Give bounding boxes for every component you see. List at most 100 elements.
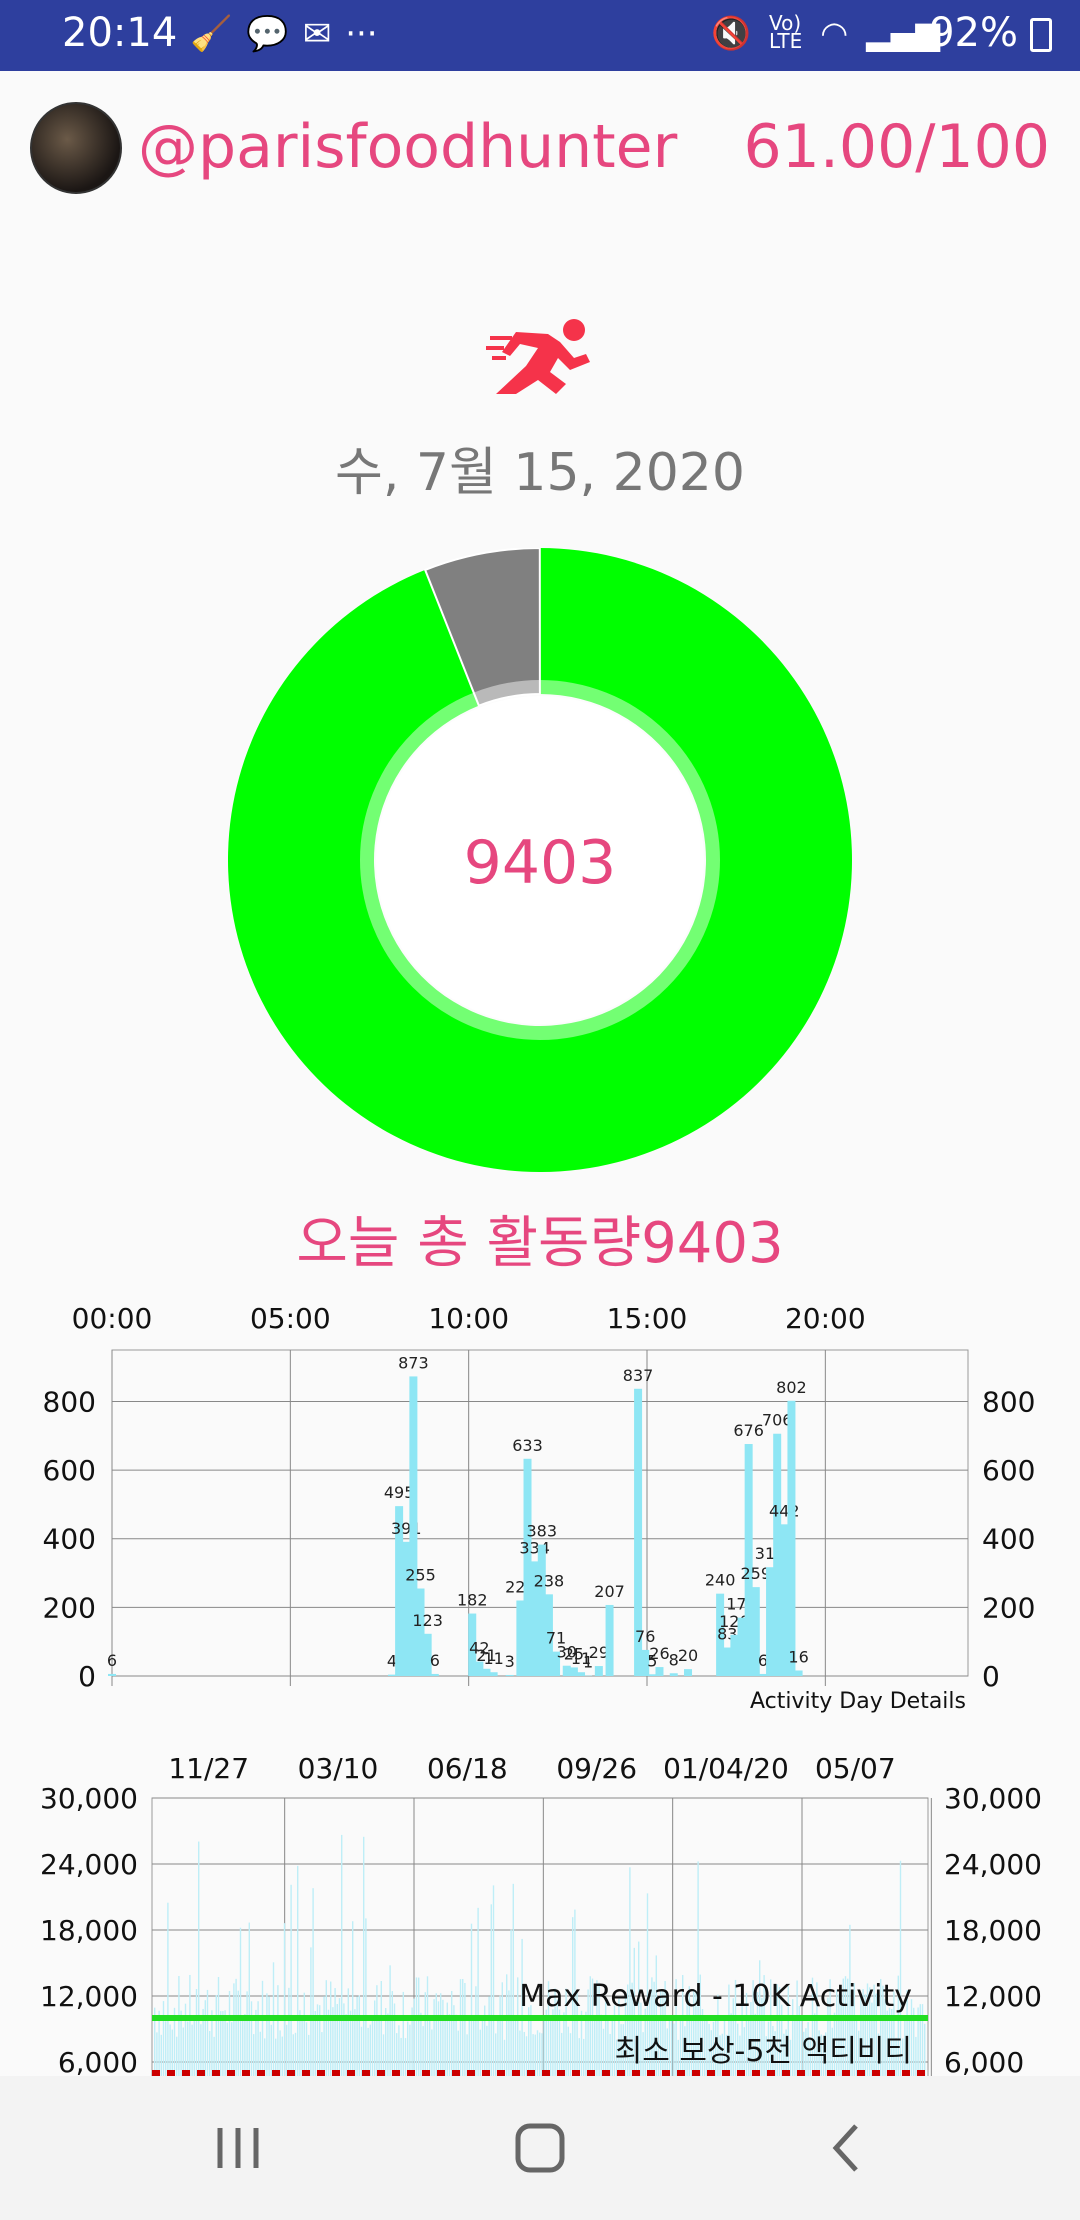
history-bar [451,1990,453,2076]
history-bar [475,1986,477,2076]
avatar[interactable] [30,102,122,194]
history-bar [440,1993,442,2076]
history-bar [499,1995,501,2076]
battery-percent: 92% [929,10,1018,56]
battery-icon [1030,18,1052,52]
history-bar [323,1996,325,2076]
history-bar [488,1996,490,2076]
x-tick: 10:00 [428,1302,509,1335]
history-bar [919,2004,921,2076]
history-bar [473,2017,475,2076]
chart-annotation: Activity Day Details [750,1689,966,1714]
x-tick: 05:00 [250,1302,331,1335]
bar [744,1444,753,1676]
bar [794,1670,803,1676]
back-button[interactable] [832,2124,858,2172]
score: 61.00/100 [743,112,1050,182]
history-bar [292,2034,294,2076]
wifi-icon: ◠ [820,14,849,52]
bar [737,1617,746,1676]
history-bar [378,2017,380,2076]
home-button[interactable] [515,2123,565,2173]
history-bar [371,2019,374,2076]
history-bar [193,2018,195,2076]
y-tick-left: 600 [43,1454,96,1487]
recent-apps-button[interactable] [217,2128,259,2168]
bar [594,1666,603,1676]
donut-value: 9403 [463,828,617,898]
history-bar [206,1989,209,2076]
history-bar [512,1883,514,2076]
history-bar [195,1988,198,2076]
history-bar [444,2017,446,2076]
bar [409,1376,418,1676]
history-bar [585,2011,587,2076]
y-tick-right: 200 [982,1591,1035,1624]
history-bar [448,2014,451,2076]
history-bar [268,1996,270,2076]
bar-label: 26 [649,1644,669,1663]
history-bar [334,1988,336,2076]
history-bar [539,2032,541,2076]
history-bar [288,1987,290,2076]
bar-label: 802 [776,1378,807,1397]
history-bar [246,1991,248,2076]
history-bar [248,1922,250,2076]
history-bar [424,1992,426,2076]
history-bar [336,2004,338,2076]
history-bar [609,2033,611,2076]
bar-label: 633 [512,1436,543,1455]
y-tick-left: 24,000 [40,1848,138,1881]
history-bar [347,1988,349,2076]
reference-line-label: Max Reward - 10K Activity [519,1979,912,2014]
history-bar [567,2026,569,2076]
history-bar [583,2038,585,2076]
x-tick: 20:00 [785,1302,866,1335]
y-tick-left: 200 [43,1591,96,1624]
history-bar [497,2019,499,2076]
bar [402,1541,411,1676]
history-bar [607,2017,609,2076]
bar-label: 6 [107,1651,117,1670]
history-bar [541,2033,543,2076]
history-bar [171,2029,173,2076]
history-bar [277,1985,279,2076]
bar [516,1600,525,1676]
x-tick: 01/04/20 [663,1752,789,1785]
history-bar [270,2024,272,2076]
y-tick-left: 800 [43,1385,96,1418]
history-bar [250,2001,253,2076]
bar [723,1647,732,1676]
more-dots-icon: ··· [345,14,378,54]
history-bar [290,1884,292,2076]
history-bar [602,2028,605,2076]
history-bar [338,1998,341,2076]
history-bar [380,1980,382,2076]
y-tick-right: 600 [982,1454,1035,1487]
history-bar [308,2034,310,2076]
history-bar [358,1995,360,2076]
history-bar [376,1985,378,2076]
history-bar [239,1927,242,2076]
history-bar [479,2029,481,2076]
bar-label: 182 [457,1591,488,1610]
username[interactable]: @parisfoodhunter [138,112,677,182]
bar [787,1400,796,1676]
history-bar [369,2024,371,2076]
history-bar [363,1836,365,2076]
system-icons: 🔇 Vo) LTE ◠ ▂▄▆ [711,13,940,52]
history-bar [492,1885,495,2076]
bar [655,1667,664,1676]
history-bar [257,2001,259,2076]
y-tick-right: 12,000 [944,1980,1042,2013]
history-bar [237,1990,239,2076]
history-bar [563,2012,565,2076]
history-bar [457,2030,459,2076]
history-bar [569,2033,572,2076]
history-bar [233,1983,235,2076]
history-bar [345,2014,347,2076]
x-tick: 05/07 [815,1752,896,1785]
bar [730,1634,739,1676]
history-bar [508,1990,510,2076]
history-bar [184,2003,187,2076]
